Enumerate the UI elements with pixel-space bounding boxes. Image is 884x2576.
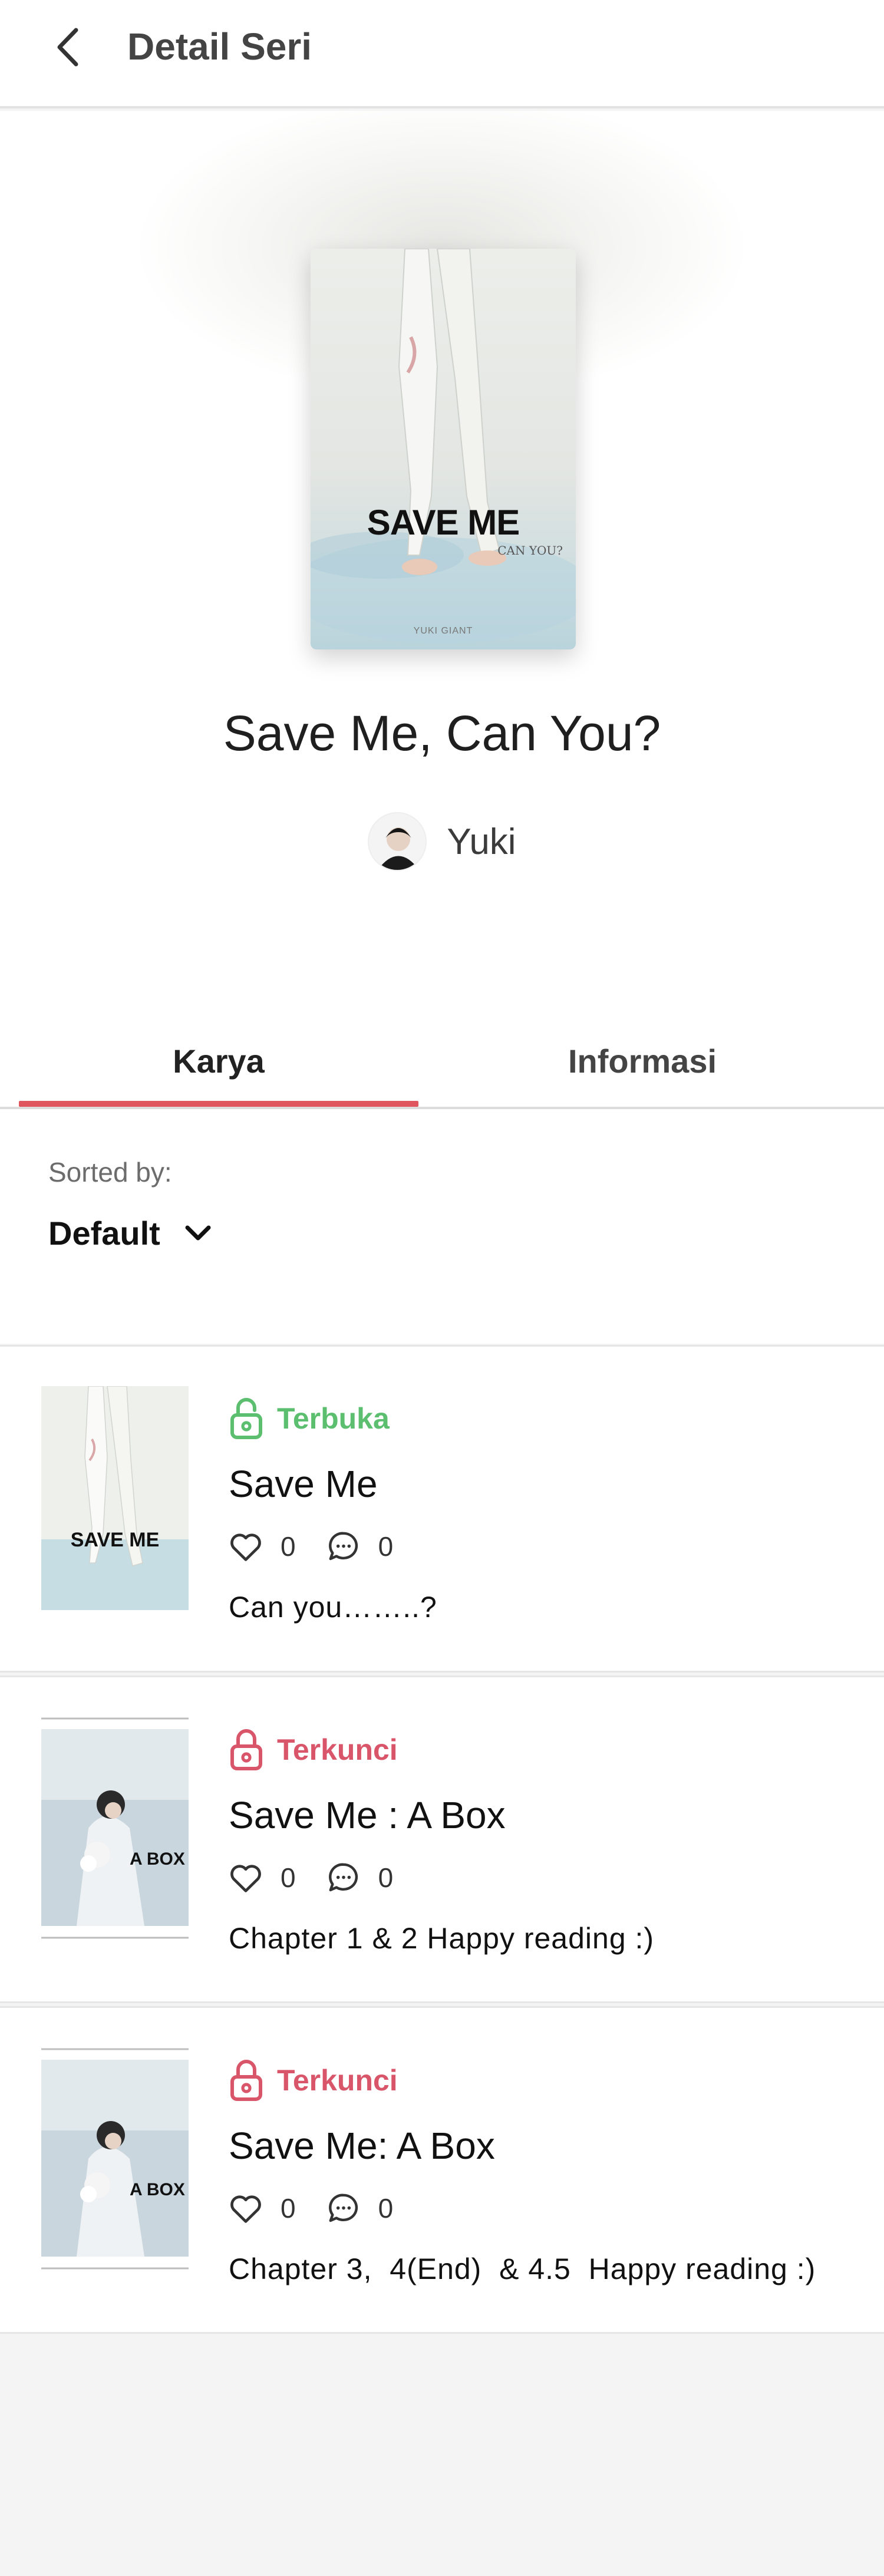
comment-icon bbox=[328, 2194, 358, 2222]
work-card[interactable]: A BOX Terkunci Save Me : A Box 0 0 Chapt… bbox=[0, 1675, 884, 2003]
active-tab-indicator bbox=[19, 1101, 418, 1107]
comment-icon bbox=[328, 1532, 358, 1561]
work-thumbnail: A BOX bbox=[41, 1716, 189, 1940]
series-title: Save Me, Can You? bbox=[223, 705, 661, 761]
work-title: Save Me: A Box bbox=[229, 2125, 495, 2167]
avatar bbox=[368, 812, 427, 871]
author-name: Yuki bbox=[447, 821, 516, 862]
work-likes: 0 bbox=[281, 2193, 296, 2224]
work-comments: 0 bbox=[378, 1862, 394, 1893]
lock-status: Terkunci bbox=[229, 1729, 398, 1771]
back-button[interactable] bbox=[41, 18, 94, 77]
work-likes: 0 bbox=[281, 1531, 296, 1562]
work-title: Save Me : A Box bbox=[229, 1794, 506, 1836]
work-likes: 0 bbox=[281, 1862, 296, 1893]
lock-status-label: Terbuka bbox=[277, 1402, 390, 1435]
lock-icon bbox=[230, 2060, 262, 2101]
tab-informasi[interactable]: Informasi bbox=[442, 1014, 843, 1108]
work-card[interactable]: A BOX Terkunci Save Me: A Box 0 0 Chapte… bbox=[0, 2006, 884, 2334]
comment-icon bbox=[328, 1863, 358, 1892]
work-comments: 0 bbox=[378, 2193, 394, 2224]
tab-karya[interactable]: Karya bbox=[19, 1014, 418, 1108]
lock-status: Terbuka bbox=[229, 1397, 390, 1440]
cover-title: SAVE ME bbox=[367, 503, 520, 542]
work-comments: 0 bbox=[378, 1531, 394, 1562]
thumbnail-title: A BOX bbox=[130, 2180, 185, 2199]
tab-bar: Karya Informasi bbox=[0, 1014, 884, 1109]
work-description: Chapter 3, 4(End) & 4.5 Happy reading :) bbox=[229, 2252, 816, 2285]
cover-illustration bbox=[311, 249, 576, 644]
lock-status-label: Terkunci bbox=[277, 2064, 398, 2097]
heart-icon bbox=[230, 1865, 261, 1892]
work-stats: 0 0 bbox=[229, 1530, 424, 1563]
work-title: Save Me bbox=[229, 1463, 378, 1505]
work-stats: 0 0 bbox=[229, 2192, 424, 2225]
series-cover: SAVE ME CAN YOU? YUKI GIANT bbox=[311, 249, 576, 649]
author-link[interactable]: Yuki bbox=[0, 809, 884, 874]
lock-status-label: Terkunci bbox=[277, 1733, 398, 1766]
app-header: Detail Seri bbox=[0, 0, 884, 108]
work-description: Can you……..? bbox=[229, 1591, 437, 1624]
work-thumbnail: SAVE ME bbox=[41, 1386, 189, 1610]
page-title: Detail Seri bbox=[127, 25, 312, 68]
cover-subtitle: CAN YOU? bbox=[497, 543, 563, 558]
work-thumbnail: A BOX bbox=[41, 2047, 189, 2271]
lock-icon bbox=[230, 1729, 262, 1770]
chevron-down-icon bbox=[185, 1225, 211, 1241]
heart-icon bbox=[230, 1533, 261, 1561]
work-stats: 0 0 bbox=[229, 1861, 424, 1894]
sort-dropdown[interactable]: Default bbox=[48, 1209, 212, 1256]
chevron-left-icon bbox=[57, 28, 78, 67]
work-description: Chapter 1 & 2 Happy reading :) bbox=[229, 1922, 655, 1955]
sort-label: Sorted by: bbox=[48, 1157, 172, 1188]
unlock-icon bbox=[230, 1398, 262, 1439]
work-card[interactable]: SAVE ME Terbuka Save Me 0 0 Can you……..? bbox=[0, 1345, 884, 1673]
cover-author-mark: YUKI GIANT bbox=[413, 626, 473, 636]
sort-value: Default bbox=[48, 1214, 160, 1252]
thumbnail-title: SAVE ME bbox=[70, 1529, 160, 1551]
heart-icon bbox=[230, 2195, 261, 2223]
thumbnail-title: A BOX bbox=[130, 1849, 185, 1869]
lock-status: Terkunci bbox=[229, 2059, 398, 2102]
